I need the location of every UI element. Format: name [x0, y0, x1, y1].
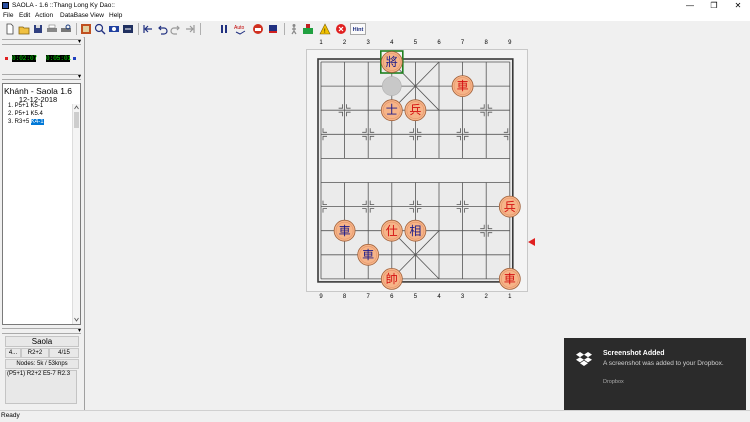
red-chariot-glyph: 車 [456, 79, 469, 94]
black-chariot-glyph: 車 [338, 223, 351, 238]
red-advisor-glyph: 仕 [385, 223, 398, 238]
black-elephant-glyph: 相 [409, 223, 422, 238]
last-move-origin [381, 76, 402, 96]
black-general-glyph: 將 [385, 55, 398, 69]
toast-source: Dropbox [603, 379, 624, 385]
side-to-move-arrow [528, 238, 535, 246]
black-advisor-glyph: 士 [385, 103, 398, 118]
status-text: Ready [1, 412, 20, 419]
notification-toast[interactable]: Screenshot Added A screenshot was added … [564, 338, 746, 410]
status-bar: Ready [0, 410, 750, 422]
red-soldier-glyph: 兵 [503, 199, 516, 214]
toast-title: Screenshot Added [603, 350, 665, 357]
toast-body: A screenshot was added to your Dropbox. [603, 360, 724, 367]
river [322, 159, 509, 182]
red-chariot-glyph: 車 [503, 271, 516, 286]
dropbox-icon [576, 352, 592, 366]
red-soldier-glyph: 兵 [409, 103, 422, 118]
red-general-glyph: 帥 [385, 271, 398, 286]
black-chariot-glyph: 車 [362, 247, 375, 262]
